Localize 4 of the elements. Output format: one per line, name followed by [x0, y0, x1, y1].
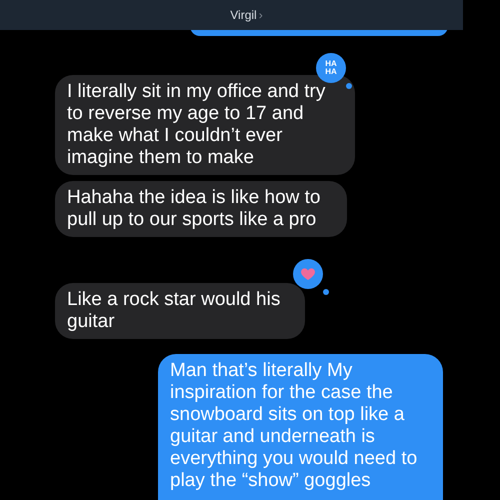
message-text: Man that’s literally My inspiration for the case the snowboard sits on top like a guitar and underneath is everything you would need to play the “show” goggles: [170, 360, 418, 491]
contact-name[interactable]: Virgil ›: [230, 8, 263, 22]
message-text: Like a rock star would his guitar: [67, 289, 280, 332]
message-text: Hahaha the idea is like how to pull up to our sports like a pro: [67, 187, 320, 230]
